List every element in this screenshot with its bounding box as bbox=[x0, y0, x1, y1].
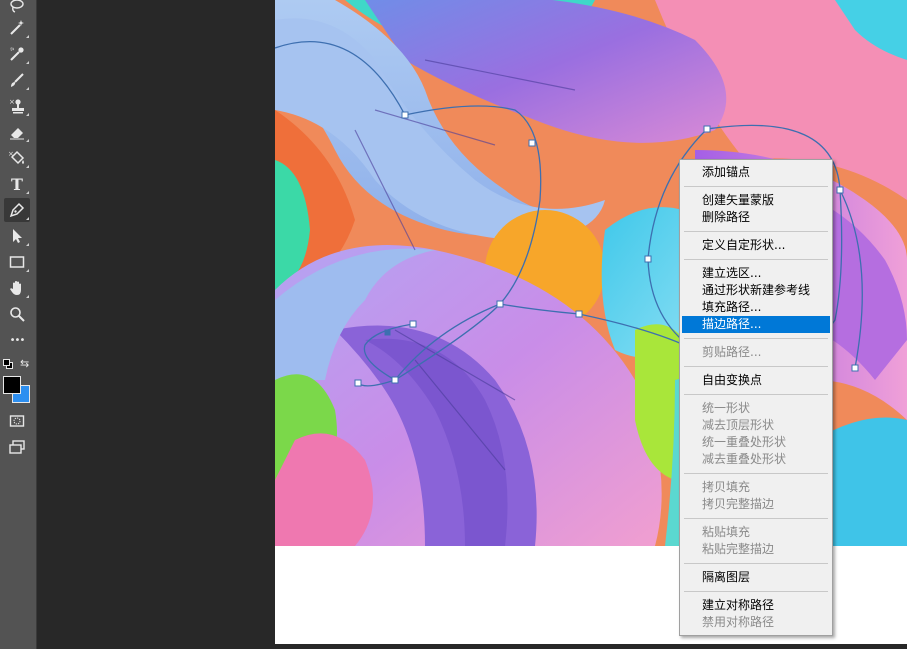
eyedropper-tool[interactable] bbox=[4, 42, 30, 66]
menu-separator bbox=[684, 394, 828, 395]
menu-item-disable-symmetry-path[interactable]: 禁用对称路径 bbox=[682, 614, 830, 631]
paint-bucket-tool[interactable]: × bbox=[4, 146, 30, 170]
menu-item-subtract-overlapping-shapes[interactable]: 减去重叠处形状 bbox=[682, 451, 830, 468]
menu-item-unite-shapes[interactable]: 统一形状 bbox=[682, 400, 830, 417]
zoom-tool[interactable] bbox=[4, 302, 30, 326]
pen-icon bbox=[9, 202, 25, 218]
rectangle-tool[interactable] bbox=[4, 250, 30, 274]
menu-item-paste-fill[interactable]: 粘贴填充 bbox=[682, 524, 830, 541]
magic-wand-icon bbox=[10, 20, 24, 35]
pasteboard bbox=[37, 0, 275, 649]
swap-colors-icon[interactable]: ⇆ bbox=[20, 357, 29, 370]
menu-item-subtract-front-shape[interactable]: 减去顶层形状 bbox=[682, 417, 830, 434]
menu-item-fill-path[interactable]: 填充路径... bbox=[682, 299, 830, 316]
menu-item-new-guides-from-shape[interactable]: 通过形状新建参考线 bbox=[682, 282, 830, 299]
brush-icon bbox=[11, 73, 24, 87]
menu-item-isolate-layers[interactable]: 隔离图层 bbox=[682, 569, 830, 586]
menu-item-delete-path[interactable]: 删除路径 bbox=[682, 209, 830, 226]
magic-wand-tool[interactable] bbox=[4, 16, 30, 40]
svg-text:×: × bbox=[9, 98, 15, 106]
svg-text:×: × bbox=[8, 150, 14, 158]
menu-separator bbox=[684, 231, 828, 232]
quick-mask[interactable] bbox=[4, 409, 30, 433]
path-selection-tool[interactable] bbox=[4, 224, 30, 248]
type-icon: T bbox=[11, 174, 23, 194]
menu-item-clipping-path[interactable]: 剪贴路径... bbox=[682, 344, 830, 361]
eraser-tool[interactable] bbox=[4, 120, 30, 144]
lasso-icon bbox=[10, 0, 24, 13]
type-tool[interactable]: T bbox=[4, 172, 30, 196]
menu-separator bbox=[684, 563, 828, 564]
rectangle-icon bbox=[9, 256, 25, 268]
menu-item-define-custom-shape[interactable]: 定义自定形状... bbox=[682, 237, 830, 254]
pasteboard-bottom bbox=[275, 644, 907, 649]
quick-mask-icon bbox=[9, 415, 25, 427]
menu-item-unite-overlapping-shapes[interactable]: 统一重叠处形状 bbox=[682, 434, 830, 451]
menu-item-add-anchor[interactable]: 添加锚点 bbox=[682, 164, 830, 181]
menu-separator bbox=[684, 366, 828, 367]
default-colors-icon[interactable] bbox=[3, 359, 13, 369]
context-menu: 添加锚点 创建矢量蒙版 删除路径 定义自定形状... 建立选区... 通过形状新… bbox=[679, 159, 833, 636]
menu-separator bbox=[684, 518, 828, 519]
tools-panel: × × T ••• ⇆ bbox=[0, 0, 37, 649]
screen-mode[interactable] bbox=[4, 435, 30, 459]
menu-item-create-vector-mask[interactable]: 创建矢量蒙版 bbox=[682, 192, 830, 209]
clone-stamp-icon: × bbox=[9, 98, 24, 114]
brush-tool[interactable] bbox=[4, 68, 30, 92]
hand-tool[interactable] bbox=[4, 276, 30, 300]
menu-item-make-selection[interactable]: 建立选区... bbox=[682, 265, 830, 282]
foreground-color-swatch[interactable] bbox=[3, 376, 21, 394]
zoom-icon bbox=[10, 307, 25, 322]
menu-separator bbox=[684, 259, 828, 260]
menu-separator bbox=[684, 473, 828, 474]
more-icon: ••• bbox=[9, 334, 26, 346]
menu-item-paste-complete-stroke[interactable]: 粘贴完整描边 bbox=[682, 541, 830, 558]
menu-item-make-symmetry-path[interactable]: 建立对称路径 bbox=[682, 597, 830, 614]
eyedropper-icon bbox=[10, 47, 24, 61]
menu-item-copy-fill[interactable]: 拷贝填充 bbox=[682, 479, 830, 496]
pen-tool[interactable] bbox=[4, 198, 30, 222]
menu-separator bbox=[684, 338, 828, 339]
paint-bucket-icon: × bbox=[8, 150, 25, 165]
more-tools[interactable]: ••• bbox=[4, 328, 30, 352]
menu-item-free-transform-points[interactable]: 自由变换点 bbox=[682, 372, 830, 389]
clone-stamp-tool[interactable]: × bbox=[4, 94, 30, 118]
arrow-icon bbox=[13, 229, 22, 243]
menu-item-stroke-path[interactable]: 描边路径... bbox=[682, 316, 830, 333]
screen-mode-icon bbox=[9, 440, 25, 454]
menu-separator bbox=[684, 591, 828, 592]
menu-item-copy-complete-stroke[interactable]: 拷贝完整描边 bbox=[682, 496, 830, 513]
hand-icon bbox=[10, 281, 21, 295]
menu-separator bbox=[684, 186, 828, 187]
eraser-icon bbox=[10, 128, 24, 140]
